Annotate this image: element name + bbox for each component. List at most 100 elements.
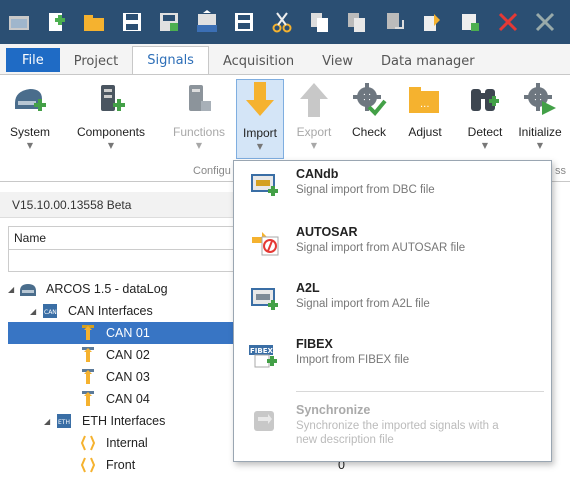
system-button[interactable]: System ▼ [2,79,58,159]
menu-separator [296,391,544,392]
column-header-name[interactable]: Name [8,226,240,250]
redo-icon[interactable] [420,8,446,36]
tree-item-label: ETH Interfaces [82,414,166,428]
menu-item-title: A2L [296,281,320,295]
svg-text:CAN: CAN [44,309,57,316]
check-button[interactable]: Check [344,79,394,159]
tab-project[interactable]: Project [60,48,132,74]
initialize-button[interactable]: Initialize ▼ [510,79,570,159]
chevron-down-icon: ▼ [26,141,34,150]
version-label: V15.10.00.13558 Beta [0,192,240,218]
fibex-icon: FIBEX [234,333,296,389]
menu-item-title: FIBEX [296,337,333,351]
functions-icon [179,79,219,119]
svg-text:ETH: ETH [58,419,70,426]
menu-item-fibex[interactable]: FIBEX FIBEX Import from FIBEX file [234,333,551,389]
synchronize-icon [234,399,296,459]
menu-item-description: Signal import from AUTOSAR file [296,242,466,254]
menu-item-candb[interactable]: CANdb Signal import from DBC file [234,163,551,219]
import-dropdown-menu: CANdb Signal import from DBC file AUTOSAR… [233,160,552,462]
export-button[interactable]: Export ▼ [290,79,338,159]
components-icon [91,79,131,119]
copy-icon[interactable] [307,8,333,36]
filter-row[interactable] [8,250,240,272]
tab-view[interactable]: View [308,48,367,74]
tab-signals[interactable]: Signals [132,46,209,74]
initialize-label: Initialize [518,125,562,139]
menu-item-description: Synchronize the imported signals with a … [296,420,499,446]
tree-item-label: Internal [106,436,148,450]
tree-item-label: CAN 04 [106,392,150,406]
export-label: Export [296,125,332,139]
detect-button[interactable]: Detect ▼ [460,79,510,159]
svg-text:FIBEX: FIBEX [250,347,274,355]
adjust-button[interactable]: ... Adjust [400,79,450,159]
functions-button[interactable]: Functions ▼ [166,79,232,159]
group-label-config: Configu [193,165,231,177]
gear-play-icon [520,79,560,119]
can-port-icon [78,390,98,408]
a2l-icon [234,277,296,333]
import-arrow-icon [240,80,280,120]
tab-data-manager[interactable]: Data manager [367,48,489,74]
save-icon[interactable] [119,8,145,36]
can-port-icon [78,324,98,342]
save-all-icon[interactable] [232,8,258,36]
chevron-down-icon: ▼ [107,141,115,150]
paste-icon[interactable] [344,8,370,36]
tree-item-label: CAN 01 [106,326,150,340]
detect-label: Detect [467,125,503,139]
collapse-icon[interactable]: ◢ [44,417,54,426]
components-label: Components [76,125,146,139]
chevron-down-icon: ▼ [310,141,318,150]
chevron-down-icon: ▼ [536,141,544,150]
menu-item-description: Signal import from DBC file [296,184,435,196]
chevron-down-icon: ▼ [195,141,203,150]
new-file-icon[interactable] [44,8,70,36]
tree-item-label: CAN 02 [106,348,150,362]
candb-icon [234,163,296,219]
collapse-icon[interactable]: ◢ [30,307,40,316]
chevron-down-icon: ▼ [481,141,489,150]
autosar-icon [234,221,296,277]
clear-icon[interactable] [495,8,521,36]
check-label: Check [351,125,386,139]
binoculars-icon [465,79,505,119]
cut-icon[interactable] [269,8,295,36]
auto-icon[interactable] [194,8,220,36]
refresh-icon[interactable] [532,8,558,36]
save-as-icon[interactable] [156,8,182,36]
export-arrow-icon [294,79,334,119]
svg-text:...: ... [420,99,430,110]
components-button[interactable]: Components ▼ [66,79,156,159]
can-interface-icon: CAN [40,302,60,320]
adjust-label: Adjust [408,125,442,139]
tab-file[interactable]: File [6,48,60,72]
undo-icon[interactable] [382,8,408,36]
menu-item-autosar[interactable]: AUTOSAR Signal import from AUTOSAR file [234,221,551,277]
open-icon[interactable] [81,8,107,36]
delete-icon[interactable] [457,8,483,36]
group-label-acquisition: ss [555,165,566,177]
menu-item-title: CANdb [296,167,339,181]
gear-check-icon [349,79,389,119]
tree-item-selected[interactable]: CAN 01 [8,322,240,344]
menu-item-description: Import from FIBEX file [296,354,410,366]
system-label: System [9,125,50,139]
menu-item-a2l[interactable]: A2L Signal import from A2L file [234,277,551,333]
menu-item-synchronize[interactable]: Synchronize Synchronize the imported sign… [234,399,551,459]
open-folder-icon[interactable] [6,8,32,36]
collapse-icon[interactable]: ◢ [8,285,18,294]
folder-icon: ... [405,79,445,119]
eth-port-icon [78,456,98,474]
eth-port-icon [78,434,98,452]
can-port-icon [78,368,98,386]
system-icon [10,79,50,119]
tab-acquisition[interactable]: Acquisition [209,48,308,74]
import-button[interactable]: Import ▼ [236,79,284,159]
menu-item-title: AUTOSAR [296,225,358,239]
menu-item-description: Signal import from A2L file [296,298,430,310]
device-icon [18,280,38,298]
chevron-down-icon: ▼ [256,142,264,151]
import-label: Import [242,126,277,140]
